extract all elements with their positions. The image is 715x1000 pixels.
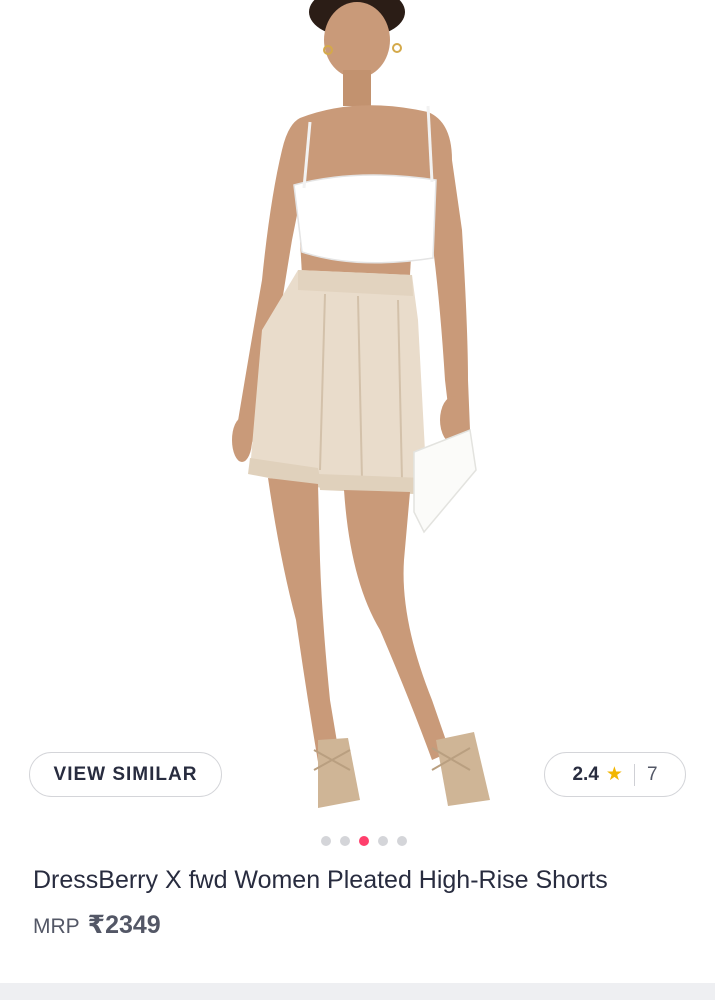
rating-divider [633,763,635,786]
bottom-divider [0,983,715,1000]
star-icon: ★ [605,764,623,785]
view-similar-button[interactable]: VIEW SIMILAR [29,752,222,797]
rating-count: 7 [646,763,658,785]
rating-value: 2.4 [572,763,599,785]
carousel-dot[interactable] [377,836,388,846]
carousel-dot[interactable] [320,836,331,846]
carousel-dot[interactable] [358,836,369,846]
price-row: MRP ₹2349 [33,910,161,940]
product-title: DressBerry X fwd Women Pleated High-Rise… [33,866,608,894]
product-image[interactable]: VIEW SIMILAR 2.4 ★ 7 [0,0,715,810]
carousel-dot[interactable] [396,836,407,846]
carousel-dot[interactable] [339,836,350,846]
product-price: ₹2349 [87,911,161,939]
model-photo [232,0,490,808]
carousel-dots [0,836,715,848]
product-page: VIEW SIMILAR 2.4 ★ 7 DressBerry X fwd Wo… [0,0,715,1000]
mrp-label: MRP [33,915,80,938]
rating-badge[interactable]: 2.4 ★ 7 [544,752,686,797]
